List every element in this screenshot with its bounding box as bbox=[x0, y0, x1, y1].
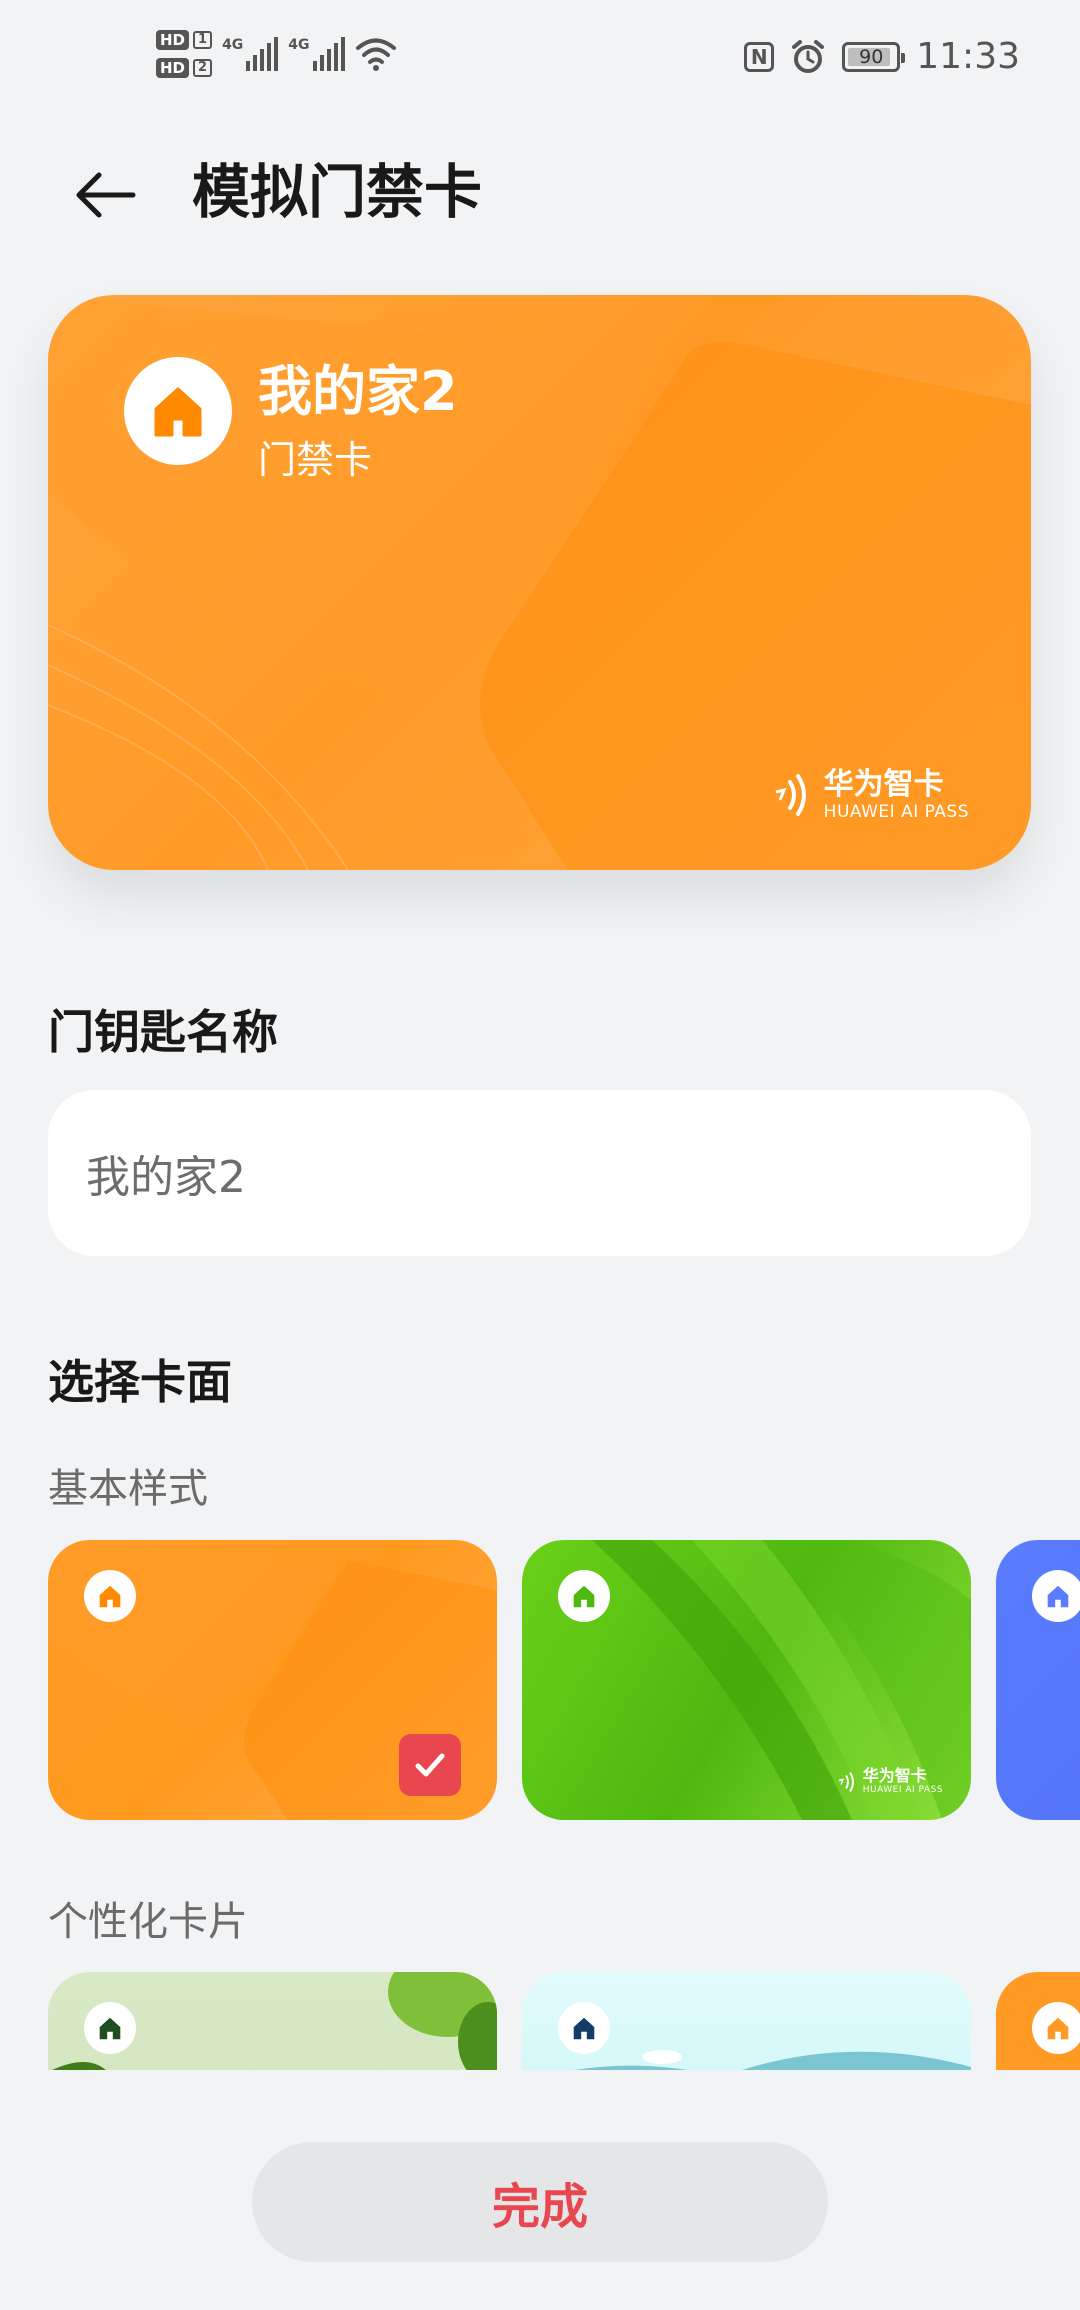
status-bar: HD 1 HD 2 4G 4G N 90 11:33 bbox=[0, 0, 1080, 120]
home-icon bbox=[154, 387, 202, 437]
home-icon bbox=[1047, 1585, 1069, 1608]
nfc-wave-icon bbox=[838, 1771, 854, 1792]
card-preview: 我的家2 门禁卡 华为智卡 HUAWEI AI PASS bbox=[48, 295, 1031, 870]
home-icon bbox=[1047, 2017, 1069, 2040]
card-style-orange[interactable] bbox=[48, 1540, 497, 1820]
card-type: 门禁卡 bbox=[258, 438, 373, 482]
sim-indicators: HD 1 HD 2 bbox=[156, 30, 213, 78]
huawei-ai-pass-logo: 华为智卡 HUAWEI AI PASS bbox=[772, 768, 969, 822]
nfc-wave-icon bbox=[775, 774, 806, 816]
clock: 11:33 bbox=[916, 36, 1020, 77]
basic-style-label: 基本样式 bbox=[48, 1466, 208, 1512]
card-face-label: 选择卡面 bbox=[48, 1355, 232, 1409]
cell-signal-icon: 4G bbox=[222, 37, 279, 71]
sim-number: 1 bbox=[193, 31, 213, 49]
home-logo bbox=[1032, 1570, 1080, 1622]
battery-icon: 90 bbox=[842, 41, 906, 72]
card-style-orange-2[interactable] bbox=[996, 1972, 1080, 2070]
cell-signal-icon: 4G bbox=[288, 37, 345, 71]
home-logo bbox=[124, 357, 232, 465]
back-arrow-icon bbox=[76, 172, 136, 218]
card-style-nature[interactable] bbox=[48, 1972, 497, 2070]
nfc-icon: N bbox=[744, 41, 775, 72]
home-logo bbox=[558, 1570, 610, 1622]
home-icon bbox=[573, 2017, 595, 2040]
home-icon bbox=[99, 1585, 121, 1608]
selected-check bbox=[399, 1734, 461, 1796]
card-style-sky[interactable] bbox=[522, 1972, 971, 2070]
card-style-green[interactable]: 华为智卡 HUAWEI AI PASS bbox=[522, 1540, 971, 1820]
home-logo bbox=[558, 2002, 610, 2054]
key-name-label: 门钥匙名称 bbox=[48, 1005, 278, 1059]
wifi-icon bbox=[355, 38, 396, 71]
personal-style-label: 个性化卡片 bbox=[48, 1899, 248, 1945]
card-style-blue[interactable] bbox=[996, 1540, 1080, 1820]
key-name-input[interactable]: 我的家2 bbox=[48, 1090, 1031, 1256]
status-right: N 90 11:33 bbox=[744, 36, 1020, 77]
personal-cards-row bbox=[0, 1970, 1080, 2070]
check-icon bbox=[415, 1753, 445, 1777]
done-button[interactable]: 完成 bbox=[252, 2142, 828, 2262]
screen: HD 1 HD 2 4G 4G N 90 11:33 模拟门禁卡 我的家2 门禁… bbox=[0, 0, 1080, 2310]
home-logo bbox=[84, 1570, 136, 1622]
app-bar: 模拟门禁卡 bbox=[0, 130, 1080, 250]
back-button[interactable] bbox=[60, 150, 150, 240]
bottom-bar: 完成 bbox=[0, 2070, 1080, 2310]
sim-number: 2 bbox=[193, 59, 213, 77]
card-name: 我的家2 bbox=[258, 360, 458, 423]
home-logo bbox=[1032, 2002, 1080, 2054]
alarm-icon bbox=[792, 39, 825, 73]
huawei-ai-pass-logo: 华为智卡 HUAWEI AI PASS bbox=[837, 1767, 943, 1796]
hd-badge: HD bbox=[156, 58, 190, 78]
home-icon bbox=[573, 1585, 595, 1608]
home-logo bbox=[84, 2002, 136, 2054]
page-title: 模拟门禁卡 bbox=[192, 158, 483, 226]
status-left: HD 1 HD 2 4G 4G bbox=[156, 30, 397, 78]
hd-badge: HD bbox=[156, 30, 190, 50]
home-icon bbox=[99, 2017, 121, 2040]
